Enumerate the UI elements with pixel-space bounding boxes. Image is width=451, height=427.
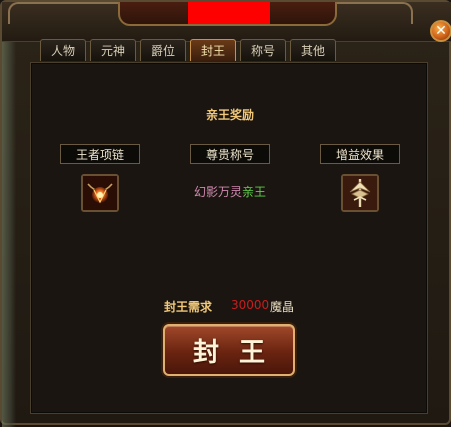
window-top-frame	[2, 2, 451, 42]
buff-icon[interactable]	[341, 174, 379, 212]
close-button[interactable]: ✕	[430, 20, 451, 42]
requirement-label: 封王需求	[164, 300, 213, 314]
crown-window: ✕ 人物 元神 爵位 封王 称号 其他 亲王奖励 王者项链 尊贵称号 增益效果	[0, 0, 451, 427]
effect-label: 增益效果	[320, 144, 400, 164]
tab-crown[interactable]: 封王	[190, 39, 236, 61]
tab-character[interactable]: 人物	[40, 39, 86, 61]
tab-rank[interactable]: 爵位	[140, 39, 186, 61]
tab-spirit[interactable]: 元神	[90, 39, 136, 61]
crown-button[interactable]: 封王	[163, 324, 295, 376]
buff-icon-art	[343, 176, 377, 210]
necklace-icon[interactable]	[81, 174, 119, 212]
background-edge	[2, 42, 16, 427]
honor-title-text: 幻影万灵亲王	[194, 183, 266, 200]
tab-bar: 人物 元神 爵位 封王 称号 其他	[40, 39, 336, 61]
necklace-label: 王者项链	[60, 144, 140, 164]
requirement-amount: 30000	[231, 298, 270, 312]
frame-corner-left	[8, 2, 128, 24]
necklace-icon-art	[83, 176, 117, 210]
reward-title: 亲王奖励	[206, 108, 255, 122]
honor-label: 尊贵称号	[190, 144, 270, 164]
title-redacted-block	[188, 2, 270, 24]
tab-other[interactable]: 其他	[290, 39, 336, 61]
requirement-unit: 魔晶	[270, 300, 295, 314]
honor-title-part1: 幻影万灵	[194, 185, 243, 199]
honor-title-part2: 亲王	[242, 185, 267, 199]
tab-title[interactable]: 称号	[240, 39, 286, 61]
